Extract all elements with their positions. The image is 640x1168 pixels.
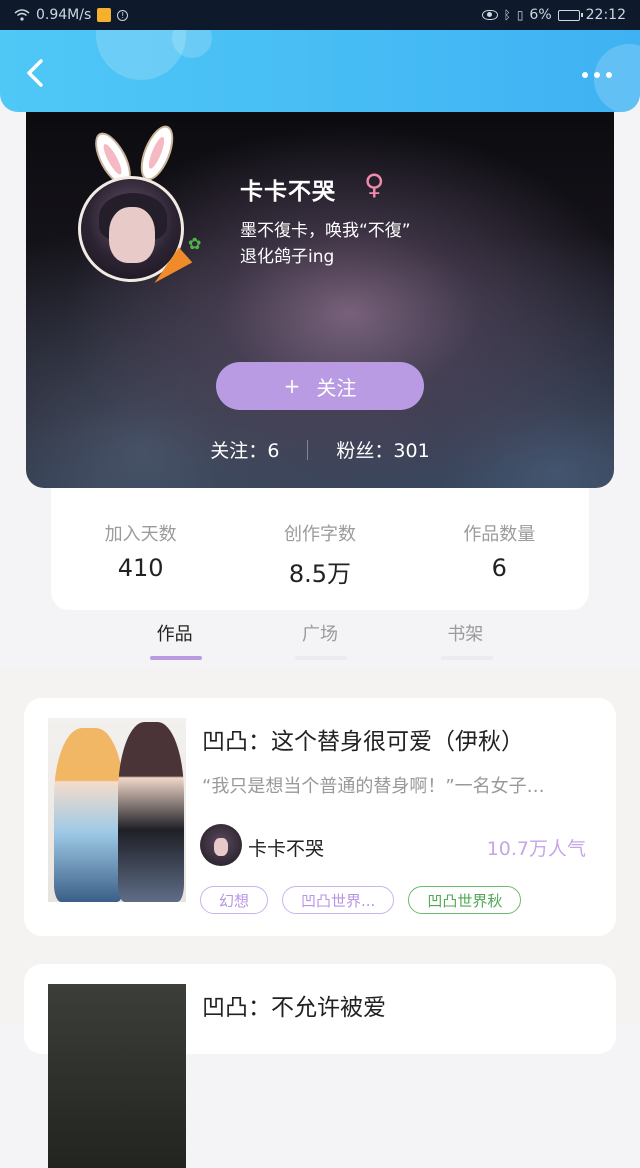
profile-nickname: 卡卡不哭 xyxy=(240,179,336,205)
eye-icon xyxy=(481,10,498,20)
follow-stats: 关注：6 粉丝：301 xyxy=(26,436,614,463)
more-dot-icon xyxy=(594,72,600,78)
fans-stat[interactable]: 粉丝：301 xyxy=(336,436,429,463)
work-card[interactable]: 凹凸：不允许被爱 xyxy=(24,964,616,1168)
popularity-count: 10.7万人气 xyxy=(486,838,586,860)
tag-chip[interactable]: 幻想 xyxy=(200,886,269,914)
tab-indicator xyxy=(150,656,202,660)
tab-plaza[interactable]: 广场 xyxy=(247,620,392,666)
tag-chip[interactable]: 凹凸世界... xyxy=(282,886,395,914)
app-notification-icon xyxy=(97,8,112,22)
more-dot-icon xyxy=(582,72,588,78)
summary-value: 8.5万 xyxy=(288,560,352,588)
app-header xyxy=(0,30,640,112)
vibrate-icon: ▯ xyxy=(516,8,524,22)
carrot-leaf-icon: ✿ xyxy=(188,234,202,253)
fans-count: 301 xyxy=(393,440,430,462)
summary-join-days: 加入天数 410 xyxy=(66,520,216,582)
network-speed: 0.94M/s xyxy=(36,7,92,23)
back-arrow-icon xyxy=(27,59,43,87)
author-avatar[interactable] xyxy=(200,824,242,866)
status-bar: 0.94M/s ! ᛒ ▯ 6% 22:12 xyxy=(0,0,640,30)
work-tags: 幻想 凹凸世界... 凹凸世界秋 xyxy=(200,886,522,914)
tab-indicator xyxy=(295,656,348,660)
summary-value: 6 xyxy=(491,554,507,582)
following-label: 关注： xyxy=(210,440,268,462)
info-icon: ! xyxy=(117,9,129,21)
female-icon: ♀ xyxy=(364,168,385,201)
fans-label: 粉丝： xyxy=(336,440,394,462)
decor-bubble xyxy=(594,44,640,112)
profile-card: ✿ 卡卡不哭 ♀ 墨不復卡，唤我“不復” 退化鸽子ing + 关注 关注：6 粉… xyxy=(26,100,614,488)
following-stat[interactable]: 关注：6 xyxy=(210,436,279,463)
profile-tabs: 作品 广场 书架 xyxy=(102,620,538,666)
battery-icon xyxy=(557,9,583,21)
work-title: 凹凸：不允许被爱 xyxy=(202,995,386,1021)
follow-button[interactable]: + 关注 xyxy=(216,362,424,410)
tag-chip[interactable]: 凹凸世界秋 xyxy=(408,886,522,914)
battery-percent: 6% xyxy=(529,7,552,23)
summary-value: 410 xyxy=(117,554,164,582)
more-options-button[interactable] xyxy=(582,72,612,78)
tab-label: 广场 xyxy=(301,624,338,645)
work-cover-image xyxy=(48,984,186,1168)
following-count: 6 xyxy=(267,440,280,462)
avatar-frame[interactable]: ✿ xyxy=(78,121,208,291)
summary-card: 加入天数 410 创作字数 8.5万 作品数量 6 xyxy=(51,488,589,610)
bunny-ear-icon xyxy=(134,121,180,185)
bluetooth-icon: ᛒ xyxy=(503,8,511,22)
tab-indicator xyxy=(440,656,493,660)
summary-word-count: 创作字数 8.5万 xyxy=(245,520,395,589)
work-cover-image xyxy=(48,718,186,902)
work-title: 凹凸：这个替身很可爱（伊秋） xyxy=(202,729,524,755)
more-dot-icon xyxy=(606,72,612,78)
tab-bookshelf[interactable]: 书架 xyxy=(393,620,538,666)
summary-works-count: 作品数量 6 xyxy=(424,520,574,582)
follow-label: 关注 xyxy=(316,375,357,400)
summary-label: 加入天数 xyxy=(104,524,177,545)
wifi-icon xyxy=(14,9,30,21)
back-button[interactable] xyxy=(20,58,50,88)
summary-label: 作品数量 xyxy=(463,524,536,545)
summary-label: 创作字数 xyxy=(283,524,356,545)
tab-label: 作品 xyxy=(156,624,193,645)
author-name[interactable]: 卡卡不哭 xyxy=(248,834,324,861)
work-description: “我只是想当个普通的替身啊！”一名女子… xyxy=(202,776,545,797)
stat-divider xyxy=(307,439,309,460)
work-card[interactable]: 凹凸：这个替身很可爱（伊秋） “我只是想当个普通的替身啊！”一名女子… 卡卡不哭… xyxy=(24,698,616,936)
profile-bio: 墨不復卡，唤我“不復” 退化鸽子ing xyxy=(240,221,411,267)
clock: 22:12 xyxy=(585,7,626,23)
tab-works[interactable]: 作品 xyxy=(102,620,247,666)
plus-icon: + xyxy=(283,374,301,398)
tab-label: 书架 xyxy=(447,624,484,645)
